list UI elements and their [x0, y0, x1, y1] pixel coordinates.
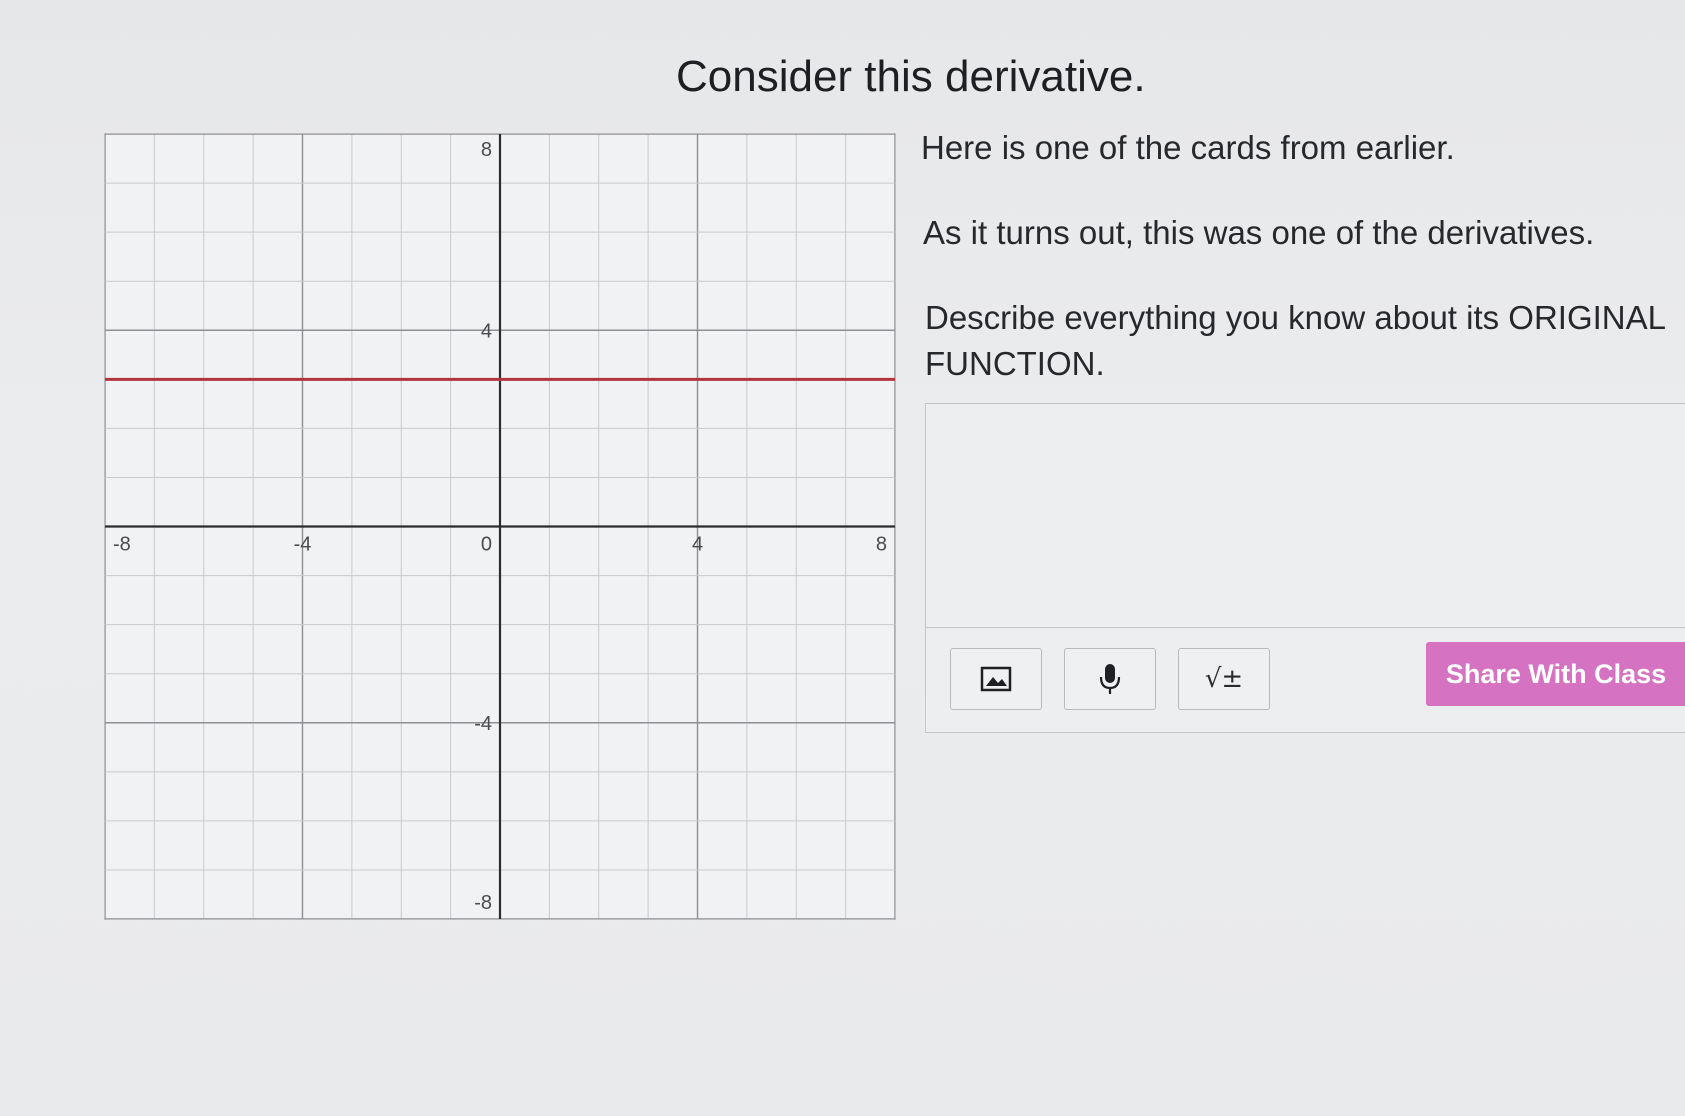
- x-tick-label: -8: [113, 534, 131, 556]
- derivative-graph: -8 -4 0 4 8 8 4 -4 -8: [104, 133, 896, 920]
- prompt-line-3: Describe everything you know about its O…: [925, 299, 1667, 336]
- prompt-line-1: Here is one of the cards from earlier.: [921, 129, 1455, 166]
- response-card: √± Share With Class: [925, 403, 1685, 733]
- prompt-line-2: As it turns out, this was one of the der…: [923, 214, 1595, 251]
- x-tick-label: 8: [876, 534, 887, 556]
- x-tick-label: -4: [294, 534, 312, 556]
- record-audio-button[interactable]: [1064, 648, 1156, 710]
- prompt-line-4: FUNCTION.: [925, 345, 1105, 382]
- x-tick-label: 4: [692, 534, 703, 556]
- x-tick-label: 0: [481, 534, 492, 556]
- math-label: √±: [1204, 664, 1244, 694]
- page-title: Consider this derivative.: [676, 52, 1146, 101]
- y-tick-label: 4: [481, 320, 492, 342]
- microphone-icon: [1099, 664, 1121, 694]
- graph-canvas: -8 -4 0 4 8 8 4 -4 -8: [105, 134, 895, 919]
- response-input[interactable]: [926, 404, 1685, 628]
- math-editor-button[interactable]: √±: [1178, 648, 1270, 710]
- axes: [105, 134, 895, 919]
- y-tick-label: 8: [481, 139, 492, 161]
- y-tick-label: -8: [474, 892, 492, 914]
- share-with-class-button[interactable]: Share With Class: [1426, 642, 1685, 706]
- y-tick-label: -4: [474, 713, 492, 735]
- insert-image-button[interactable]: [950, 648, 1042, 710]
- image-icon: [980, 666, 1012, 692]
